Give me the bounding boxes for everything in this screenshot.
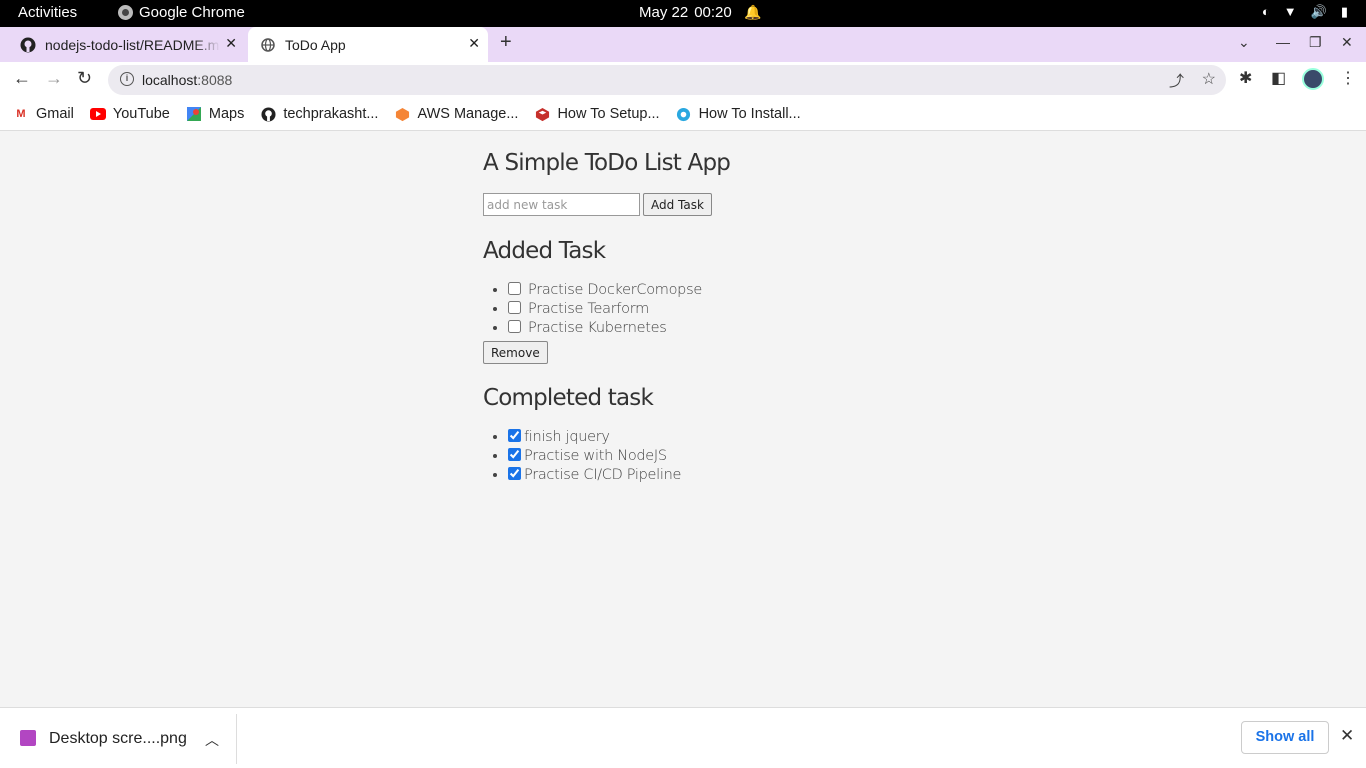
bookmark-aws[interactable]: AWS Manage...	[394, 106, 518, 122]
github-icon	[20, 37, 36, 53]
list-item: Practise DockerComopse	[508, 282, 730, 301]
task-checkbox[interactable]	[508, 429, 521, 442]
system-tray[interactable]: ◐ ▼ 🔊 ▮	[1262, 4, 1348, 20]
task-label: Practise CI/CD Pipeline	[524, 467, 682, 483]
chevron-up-icon[interactable]: ︿	[205, 730, 219, 750]
list-item: Practise with NodeJS	[508, 448, 730, 467]
image-file-icon	[20, 730, 36, 746]
task-checkbox[interactable]	[508, 320, 521, 333]
app-name: Google Chrome	[139, 4, 245, 21]
address-bar[interactable]: i localhost:8088 ⤴ ☆	[108, 65, 1226, 95]
new-tab-icon[interactable]: +	[500, 31, 512, 54]
clock-time: 00:20	[694, 4, 732, 21]
volume-icon: 🔊	[1310, 4, 1327, 19]
share-icon[interactable]: ⤴	[1169, 70, 1184, 91]
activities-button[interactable]: Activities	[18, 4, 77, 21]
completed-task-heading: Completed task	[483, 385, 654, 411]
reload-icon[interactable]: ↻	[77, 68, 92, 89]
wifi-icon: ▼	[1283, 4, 1297, 19]
bookmarks-bar: M Gmail YouTube Maps techprakasht... AWS…	[0, 98, 1366, 131]
bookmark-setup[interactable]: How To Setup...	[534, 106, 660, 122]
task-label: finish jquery	[524, 429, 610, 445]
youtube-icon	[89, 107, 106, 121]
task-checkbox[interactable]	[508, 282, 521, 295]
task-label: Practise Tearform	[528, 301, 649, 317]
bookmark-techprakash[interactable]: techprakasht...	[260, 106, 378, 122]
browser-toolbar: ← → ↻ i localhost:8088 ⤴ ☆ ✱ ◧ ⋮	[0, 62, 1366, 98]
task-label: Practise DockerComopse	[528, 282, 702, 298]
profile-avatar[interactable]	[1302, 68, 1324, 90]
clock-date: May 22	[639, 4, 689, 21]
battery-icon: ▮	[1340, 4, 1348, 19]
back-icon[interactable]: ←	[13, 68, 31, 89]
task-checkbox[interactable]	[508, 467, 521, 480]
tab-readme[interactable]: nodejs-todo-list/README.md ✕	[10, 27, 245, 62]
added-task-heading: Added Task	[483, 238, 606, 264]
minimize-icon[interactable]: —	[1276, 34, 1290, 50]
task-checkbox[interactable]	[508, 448, 521, 461]
maps-icon	[186, 107, 202, 121]
site-icon	[676, 107, 692, 121]
completed-task-list: finish jquery Practise with NodeJS Pract…	[483, 429, 730, 486]
new-task-input[interactable]	[483, 193, 640, 216]
bookmark-install[interactable]: How To Install...	[676, 106, 801, 122]
page-viewport: A Simple ToDo List App Add Task Added Ta…	[0, 132, 1366, 707]
list-item: Practise CI/CD Pipeline	[508, 467, 730, 486]
show-all-button[interactable]: Show all	[1241, 721, 1329, 754]
task-label: Practise Kubernetes	[528, 320, 667, 336]
aws-icon	[394, 107, 410, 121]
list-item: Practise Kubernetes	[508, 320, 730, 339]
globe-icon	[260, 37, 276, 53]
close-window-icon[interactable]: ✕	[1341, 34, 1353, 51]
task-checkbox[interactable]	[508, 301, 521, 314]
app-menu[interactable]: Google Chrome	[118, 4, 245, 21]
tab-todo-app[interactable]: ToDo App ✕	[248, 27, 488, 62]
url-text[interactable]: localhost:8088	[142, 72, 232, 88]
close-tab-icon[interactable]: ✕	[468, 35, 480, 52]
page-title: A Simple ToDo List App	[483, 150, 731, 176]
close-icon[interactable]: ✕	[1340, 726, 1354, 746]
sync-icon: ◐	[1261, 4, 1270, 19]
tab-search-icon[interactable]: ⌄	[1238, 34, 1250, 51]
chrome-icon	[118, 5, 133, 20]
download-item[interactable]: Desktop scre....png ︿	[0, 714, 237, 764]
bookmark-gmail[interactable]: M Gmail	[13, 106, 73, 122]
task-label: Practise with NodeJS	[524, 448, 667, 464]
github-icon	[260, 106, 276, 122]
clock[interactable]: May 22 00:20	[639, 4, 732, 21]
tab-strip: nodejs-todo-list/README.md ✕ ToDo App ✕ …	[0, 27, 1366, 62]
list-item: finish jquery	[508, 429, 730, 448]
bookmark-star-icon[interactable]: ☆	[1202, 69, 1216, 89]
tab-label: ToDo App	[285, 36, 346, 53]
menu-icon[interactable]: ⋮	[1340, 68, 1356, 88]
forward-icon[interactable]: →	[45, 68, 63, 89]
todo-app: A Simple ToDo List App Add Task Added Ta…	[483, 150, 731, 488]
add-task-button[interactable]: Add Task	[643, 193, 712, 216]
close-tab-icon[interactable]: ✕	[225, 35, 237, 52]
add-task-form: Add Task	[483, 193, 730, 216]
notification-bell-icon: 🔔	[744, 4, 762, 20]
tab-label: nodejs-todo-list/README.md	[45, 36, 220, 53]
side-panel-icon[interactable]: ◧	[1271, 68, 1286, 88]
extensions-icon[interactable]: ✱	[1239, 68, 1252, 88]
site-info-icon[interactable]: i	[120, 72, 134, 86]
system-top-bar: Activities Google Chrome May 22 00:20 🔔 …	[0, 0, 1366, 27]
added-task-list: Practise DockerComopse Practise Tearform…	[483, 282, 730, 339]
remove-button[interactable]: Remove	[483, 341, 548, 364]
download-shelf: Desktop scre....png ︿ Show all ✕	[0, 707, 1366, 768]
list-item: Practise Tearform	[508, 301, 730, 320]
gmail-icon: M	[16, 108, 26, 120]
bookmark-maps[interactable]: Maps	[186, 106, 244, 122]
redis-icon	[534, 107, 550, 121]
download-filename: Desktop scre....png	[49, 730, 187, 747]
bookmark-youtube[interactable]: YouTube	[89, 106, 170, 122]
restore-icon[interactable]: ❐	[1309, 34, 1322, 51]
